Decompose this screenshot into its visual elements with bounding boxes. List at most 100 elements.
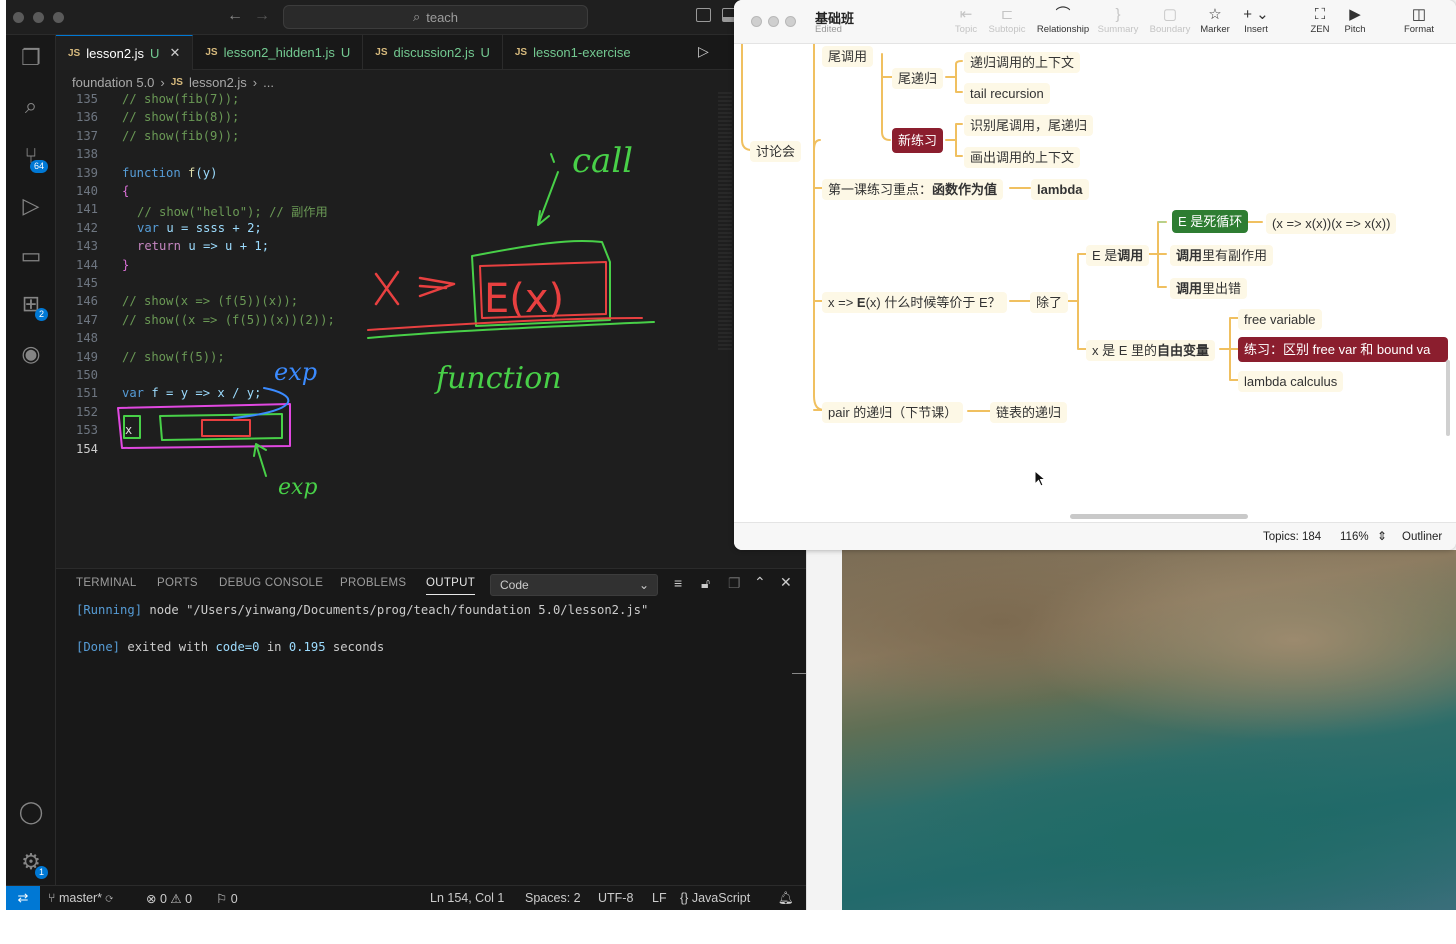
topic-button[interactable]: ⇤ Topic — [952, 6, 980, 35]
node-discussion[interactable]: 讨论会 — [750, 141, 802, 162]
remote-explorer-icon[interactable]: ▭ — [16, 241, 46, 271]
outliner-button[interactable]: Outliner — [1402, 531, 1442, 543]
vscode-window: ← → ⌕ teach ❐ ⌕ ⑂ 64 ▷ ▭ ⊞ 2 ◉ ◯ ⚙ 1 JS les… — [6, 0, 806, 910]
node-e-infinite-loop[interactable]: E 是死循环 — [1172, 210, 1249, 233]
node-lambda[interactable]: lambda — [1031, 179, 1089, 200]
topics-count: Topics: 184 — [1263, 531, 1322, 543]
language-status[interactable]: {} JavaScript — [680, 891, 750, 905]
format-button[interactable]: ◫ Format — [1400, 6, 1438, 35]
minimap[interactable] — [718, 92, 732, 352]
node-call-side-effect[interactable]: 调用里有副作用 — [1170, 245, 1274, 266]
node-linked-list-recursion[interactable]: 链表的递归 — [990, 402, 1068, 423]
node-recursion-context[interactable]: 递归调用的上下文 — [964, 52, 1081, 73]
marker-button[interactable]: ☆ Marker — [1198, 6, 1232, 35]
extensions-badge: 2 — [34, 308, 48, 321]
indentation-status[interactable]: Spaces: 2 — [525, 891, 581, 905]
zoom-window-button[interactable] — [785, 16, 796, 27]
command-center-search[interactable]: ⌕ teach — [283, 5, 588, 29]
node-exercise-free-bound[interactable]: 练习：区别 free var 和 bound va — [1238, 337, 1448, 362]
zoom-window-button[interactable] — [53, 12, 64, 23]
relationship-button[interactable]: ⌒ Relationship — [1034, 6, 1092, 35]
remote-indicator-icon[interactable]: ⇄ — [6, 886, 40, 910]
run-debug-icon[interactable]: ▷ — [16, 191, 46, 221]
minimize-window-button[interactable] — [768, 16, 779, 27]
node-except[interactable]: 除了 — [1030, 292, 1069, 313]
node-e-is-call[interactable]: E 是调用 — [1086, 245, 1150, 266]
tab-lesson2-hidden1[interactable]: JS lesson2_hidden1.js U — [193, 35, 364, 70]
node-lesson1-focus[interactable]: 第一课练习重点：函数作为值 — [822, 179, 1004, 200]
problems-status[interactable]: ⊗ 0 ⚠ 0 — [146, 891, 192, 906]
line-number: 150 — [75, 368, 98, 382]
tab-discussion2[interactable]: JS discussion2.js U — [363, 35, 503, 70]
code-editor[interactable]: 135 136 137 138 139 140 141 142 143 144 145 146 147 1… — [56, 92, 736, 557]
minimize-window-button[interactable] — [33, 12, 44, 23]
zoom-level[interactable]: 116% — [1340, 531, 1369, 543]
breadcrumb-file[interactable]: lesson2.js — [189, 75, 247, 90]
search-icon[interactable]: ⌕ — [16, 91, 46, 121]
vertical-scrollbar[interactable] — [1446, 360, 1450, 436]
node-pair-recursion[interactable]: pair 的递归（下节课） — [822, 402, 964, 423]
account-icon[interactable]: ◯ — [16, 797, 46, 827]
output-running-line: [Running] node "/Users/yinwang/Documents… — [76, 603, 649, 617]
cursor-position[interactable]: Ln 154, Col 1 — [430, 891, 504, 905]
clear-output-icon[interactable]: ≡ — [674, 575, 682, 591]
node-tail-recursion-en[interactable]: tail recursion — [964, 83, 1050, 104]
gear-icon[interactable]: ⚙ 1 — [16, 847, 48, 879]
zoom-stepper-icon[interactable]: ⇕ — [1377, 529, 1387, 543]
node-free-var-in-e[interactable]: x 是 E 里的自由变量 — [1086, 340, 1216, 361]
encoding-status[interactable]: UTF-8 — [598, 891, 633, 905]
node-lambda-calculus[interactable]: lambda calculus — [1238, 371, 1344, 392]
copilot-icon[interactable]: ◉ — [16, 339, 46, 369]
lock-icon[interactable]: 🔓︎ — [701, 575, 710, 592]
run-code-icon[interactable]: ▷ — [698, 43, 709, 60]
maximize-panel-icon[interactable]: ⌃ — [754, 574, 766, 591]
close-window-button[interactable] — [751, 16, 762, 27]
close-icon[interactable]: ✕ — [169, 45, 180, 61]
breadcrumb-more[interactable]: ... — [263, 75, 274, 90]
toggle-sidebar-icon[interactable] — [696, 8, 711, 22]
tab-debug-console[interactable]: DEBUG CONSOLE — [219, 577, 323, 589]
line-number: 146 — [75, 294, 98, 309]
pitch-button[interactable]: ▶︎ Pitch — [1340, 6, 1370, 35]
output-channel-select[interactable]: Code ⌄ — [490, 574, 658, 596]
back-arrow-icon[interactable]: ← — [227, 7, 243, 25]
panel-scroll-indicator[interactable] — [792, 673, 806, 674]
summary-button[interactable]: } Summary — [1096, 6, 1140, 35]
branch-status[interactable]: ⑂ master* ⟳ — [48, 891, 113, 905]
close-panel-icon[interactable]: ✕ — [780, 574, 792, 591]
ports-status[interactable]: ⚐ 0 — [216, 891, 238, 906]
extensions-icon[interactable]: ⊞ 2 — [16, 289, 48, 321]
eol-status[interactable]: LF — [652, 891, 667, 905]
subtopic-button[interactable]: ⊏ Subtopic — [986, 6, 1028, 35]
node-draw-context[interactable]: 画出调用的上下文 — [964, 147, 1081, 168]
node-free-variable[interactable]: free variable — [1238, 309, 1322, 330]
xmind-window: 基础班 Edited ⇤ Topic ⊏ Subtopic ⌒ Relationshi… — [734, 0, 1456, 550]
tab-ports[interactable]: PORTS — [157, 577, 198, 589]
node-eta-question[interactable]: x => E(x) 什么时候等价于 E？ — [822, 292, 1007, 313]
boundary-button[interactable]: ▢ Boundary — [1146, 6, 1194, 35]
node-new-exercise[interactable]: 新练习 — [892, 128, 944, 153]
tab-lesson1-exercise[interactable]: JS lesson1-exercise — [503, 35, 643, 70]
open-in-editor-icon[interactable]: ❐ — [728, 575, 741, 592]
node-tail-recursion-cn[interactable]: 尾递归 — [892, 68, 944, 89]
notifications-bell-icon[interactable]: 🔔︎ — [778, 891, 794, 906]
source-control-icon[interactable]: ⑂ 64 — [16, 141, 48, 173]
node-identify-tail[interactable]: 识别尾调用，尾递归 — [964, 115, 1094, 136]
desktop-wallpaper — [806, 550, 1456, 910]
explorer-icon[interactable]: ❐ — [16, 43, 46, 73]
zen-button[interactable]: ⛶ ZEN — [1308, 6, 1332, 35]
line-number: 135 — [75, 92, 98, 106]
mindmap-canvas[interactable]: 尾调用 尾递归 递归调用的上下文 tail recursion 新练习 识别尾调… — [734, 44, 1456, 522]
horizontal-scrollbar[interactable] — [1070, 514, 1248, 519]
tab-terminal[interactable]: TERMINAL — [76, 577, 137, 589]
tab-lesson2[interactable]: JS lesson2.js U ✕ — [56, 35, 194, 70]
forward-arrow-icon[interactable]: → — [254, 7, 270, 25]
tab-output[interactable]: OUTPUT — [426, 577, 476, 595]
breadcrumb-folder[interactable]: foundation 5.0 — [72, 75, 154, 90]
insert-button[interactable]: + ⌄ Insert — [1239, 6, 1273, 35]
node-tail-call[interactable]: 尾调用 — [822, 46, 874, 67]
close-window-button[interactable] — [13, 12, 24, 23]
node-call-error[interactable]: 调用里出错 — [1170, 278, 1248, 299]
node-omega-expr[interactable]: (x => x(x))(x => x(x)) — [1266, 213, 1397, 234]
tab-problems[interactable]: PROBLEMS — [340, 577, 406, 589]
